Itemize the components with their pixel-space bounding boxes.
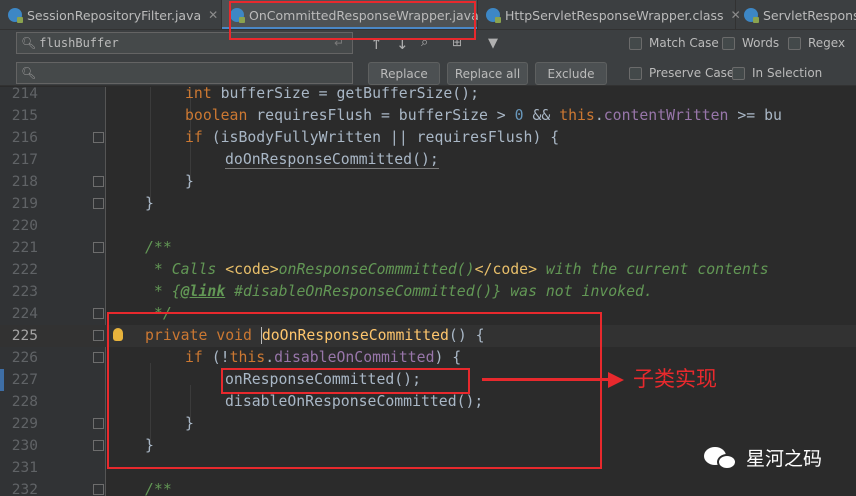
match-case-label: Match Case — [649, 36, 719, 50]
line-number: 223 — [11, 284, 38, 300]
code-line[interactable]: 232 /** — [0, 479, 856, 496]
code-line[interactable]: 215 boolean requiresFlush = bufferSize >… — [0, 105, 856, 127]
fold-icon[interactable] — [93, 176, 104, 187]
fold-icon[interactable] — [93, 198, 104, 209]
line-number: 216 — [11, 130, 38, 146]
line-number: 230 — [11, 438, 38, 454]
words-label: Words — [742, 36, 780, 50]
fold-icon[interactable] — [93, 418, 104, 429]
line-number: 221 — [11, 240, 38, 256]
replace-input[interactable] — [39, 66, 280, 80]
tab-http-servlet-response-wrapper[interactable]: HttpServletResponseWrapper.class ✕ — [478, 0, 741, 29]
tab-servlet-response[interactable]: ServletResponse — [736, 0, 856, 29]
line-number: 218 — [11, 174, 38, 190]
fold-icon[interactable] — [93, 352, 104, 363]
preserve-case-option[interactable]: Preserve Case — [629, 66, 734, 80]
replace-all-button[interactable]: Replace all — [447, 62, 528, 85]
fold-icon[interactable] — [93, 308, 104, 319]
in-selection-label: In Selection — [752, 66, 823, 80]
tab-label: SessionRepositoryFilter.java — [27, 7, 202, 23]
code-line[interactable]: 221 /** — [0, 237, 856, 259]
line-number: 219 — [11, 196, 38, 212]
wechat-logo-icon — [704, 445, 738, 471]
fold-icon[interactable] — [93, 242, 104, 253]
code-line[interactable]: 220 — [0, 215, 856, 237]
regex-label: Regex — [808, 36, 846, 50]
line-number: 225 — [11, 328, 38, 344]
in-selection-checkbox[interactable] — [732, 66, 745, 80]
fold-icon[interactable] — [93, 330, 104, 341]
active-tab-highlight-box — [229, 1, 476, 40]
fold-icon[interactable] — [93, 484, 104, 495]
line-number: 231 — [11, 460, 38, 476]
watermark: 星河之码 — [704, 444, 822, 471]
line-number: 220 — [11, 218, 38, 234]
line-number: 228 — [11, 394, 38, 410]
replace-field[interactable]: 🔍︎ — [16, 62, 353, 84]
close-icon[interactable]: ✕ — [208, 8, 218, 22]
annotation-arrow-head — [608, 372, 624, 388]
annotation-arrow — [482, 378, 610, 381]
match-case-checkbox[interactable] — [629, 36, 642, 50]
line-number: 232 — [11, 482, 38, 496]
line-number: 222 — [11, 262, 38, 278]
match-case-option[interactable]: Match Case — [629, 36, 719, 50]
tab-session-repository-filter[interactable]: SessionRepositoryFilter.java ✕ — [0, 0, 222, 29]
line-number: 214 — [11, 87, 38, 102]
in-selection-option[interactable]: In Selection — [732, 66, 822, 80]
code-line[interactable]: 218 } — [0, 171, 856, 193]
line-number: 215 — [11, 108, 38, 124]
preserve-case-label: Preserve Case — [649, 66, 735, 80]
search-icon[interactable]: 🔍︎ — [21, 66, 36, 80]
regex-option[interactable]: Regex — [788, 36, 845, 50]
java-class-icon — [8, 8, 23, 23]
words-checkbox[interactable] — [722, 36, 735, 50]
tab-label: ServletResponse — [763, 7, 856, 23]
code-line[interactable]: 214 int bufferSize = getBufferSize(); — [0, 87, 856, 105]
exclude-button[interactable]: Exclude — [535, 62, 607, 85]
class-file-icon — [744, 8, 759, 23]
preserve-case-checkbox[interactable] — [629, 66, 642, 80]
line-number: 217 — [11, 152, 38, 168]
call-highlight-box — [221, 368, 470, 394]
code-line[interactable]: 222 * Calls <code>onResponseCommmitted()… — [0, 259, 856, 281]
regex-checkbox[interactable] — [788, 36, 801, 50]
search-icon[interactable]: 🔍︎ — [21, 36, 36, 50]
code-line[interactable]: 223 * {@link #disableOnResponseCommitted… — [0, 281, 856, 303]
fold-icon[interactable] — [93, 440, 104, 451]
line-number: 227 — [11, 372, 38, 388]
words-option[interactable]: Words — [722, 36, 779, 50]
line-number: 226 — [11, 350, 38, 366]
annotation-label: 子类实现 — [633, 367, 717, 391]
tab-label: HttpServletResponseWrapper.class — [505, 7, 724, 23]
code-line[interactable]: 219 } — [0, 193, 856, 215]
code-line[interactable]: 217 doOnResponseCommitted(); — [0, 149, 856, 171]
fold-icon[interactable] — [93, 132, 104, 143]
replace-button[interactable]: Replace — [368, 62, 440, 85]
code-line[interactable]: 216 if (isBodyFullyWritten || requiresFl… — [0, 127, 856, 149]
line-number: 229 — [11, 416, 38, 432]
filter-icon[interactable]: ▼ — [488, 36, 498, 52]
watermark-text: 星河之码 — [746, 448, 823, 470]
line-number: 224 — [11, 306, 38, 322]
class-file-icon — [486, 8, 501, 23]
